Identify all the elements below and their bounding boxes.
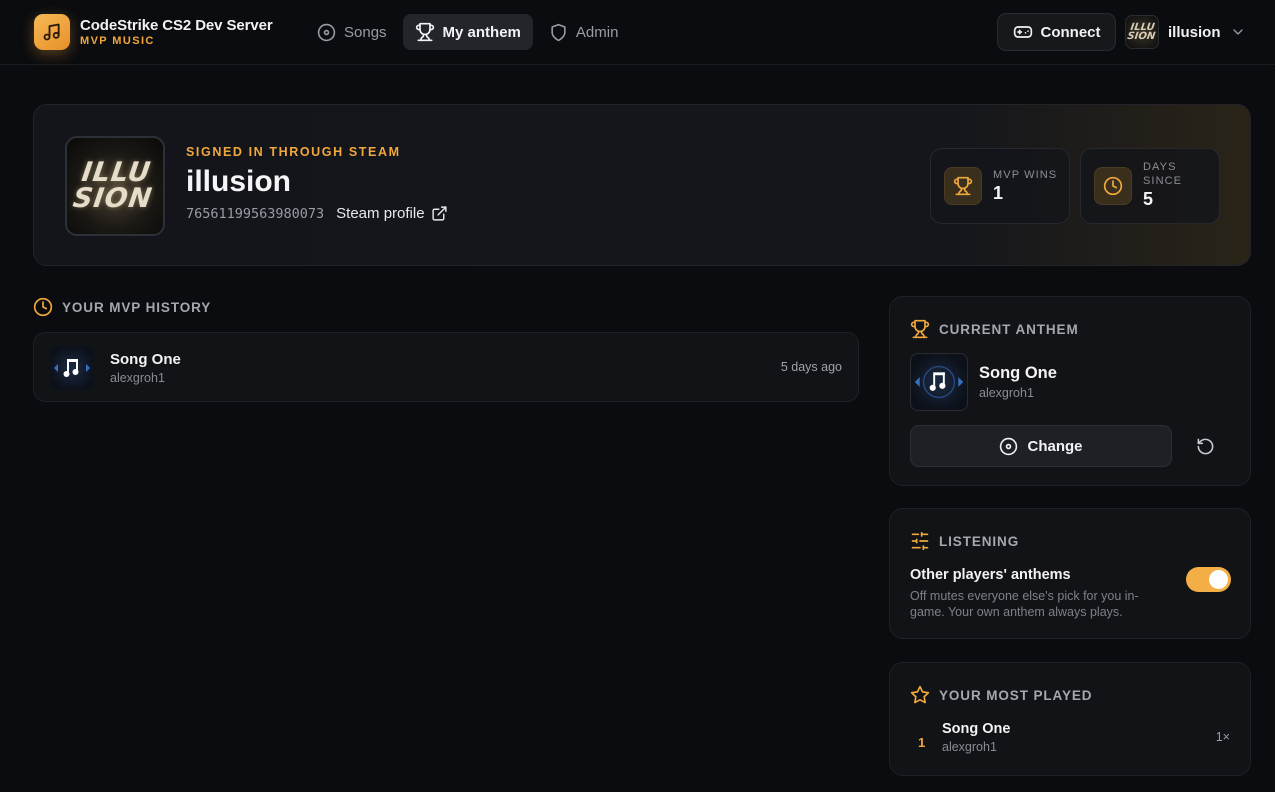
stat-label: DAYS SINCE — [1143, 161, 1183, 187]
play-count: 1× — [1215, 730, 1230, 744]
nav-item-label: Songs — [344, 23, 387, 41]
steam-profile-link[interactable]: Steam profile — [336, 205, 447, 222]
clock-icon — [1094, 167, 1132, 205]
signed-in-label: SIGNED IN THROUGH STEAM — [186, 145, 401, 159]
change-anthem-button[interactable]: Change — [910, 425, 1172, 467]
listening-header: LISTENING — [910, 531, 1019, 551]
stat-value: 5 — [1143, 189, 1154, 209]
nav-item-songs[interactable]: Songs — [305, 14, 399, 50]
current-anthem-title: CURRENT ANTHEM — [939, 321, 1079, 337]
connect-label: Connect — [1040, 23, 1101, 41]
nav-item-my-anthem[interactable]: My anthem — [402, 14, 533, 50]
history-header: YOUR MVP HISTORY — [33, 297, 211, 317]
main-nav: Songs My anthem Admin — [305, 14, 630, 50]
current-anthem-card: CURRENT ANTHEM Song One alexgroh1 Change — [889, 296, 1251, 486]
listening-title: LISTENING — [939, 533, 1020, 549]
profile-avatar: ILLU SION — [65, 136, 165, 236]
brand-subtitle: MVP MUSIC — [80, 34, 155, 47]
rank-number: 1 — [918, 735, 926, 750]
profile-card: ILLU SION SIGNED IN THROUGH STEAM illusio… — [33, 104, 1251, 266]
current-anthem-header: CURRENT ANTHEM — [910, 319, 1079, 339]
connect-button[interactable]: Connect — [997, 13, 1116, 51]
avatar-logo-text: ILLU SION — [71, 157, 155, 214]
music-note-icon — [34, 14, 70, 50]
star-icon — [910, 685, 930, 705]
song-title: Song One — [942, 721, 1011, 737]
history-title: YOUR MVP HISTORY — [62, 299, 212, 315]
trophy-icon — [910, 319, 930, 339]
most-played-header: YOUR MOST PLAYED — [910, 685, 1092, 705]
nav-item-label: My anthem — [442, 23, 521, 41]
user-name: illusion — [1168, 23, 1221, 41]
song-thumbnail — [910, 353, 968, 411]
stat-label: MVP WINS — [993, 169, 1058, 181]
sliders-icon — [910, 531, 930, 551]
setting-description: Off mutes everyone else's pick for you i… — [910, 589, 1139, 619]
steam-id: 76561199563980073 — [186, 205, 325, 222]
top-bar: CodeStrike CS2 Dev Server MVP MUSIC Song… — [0, 0, 1275, 65]
disc-icon — [999, 437, 1018, 456]
stat-value: 1 — [993, 183, 1004, 203]
clock-icon — [33, 297, 53, 317]
reset-anthem-button[interactable] — [1190, 431, 1220, 461]
song-artist: alexgroh1 — [942, 740, 997, 754]
steam-profile-label: Steam profile — [336, 205, 425, 222]
trophy-icon — [944, 167, 982, 205]
nav-item-admin[interactable]: Admin — [537, 14, 631, 50]
setting-title: Other players' anthems — [910, 567, 1071, 583]
avatar: ILLU SION — [1125, 15, 1159, 49]
song-artist: alexgroh1 — [110, 371, 165, 385]
stat-days-since: DAYS SINCE 5 — [1080, 148, 1220, 224]
music-thumb-icon — [914, 365, 964, 399]
other-anthems-toggle[interactable] — [1186, 567, 1231, 592]
brand[interactable]: CodeStrike CS2 Dev Server MVP MUSIC — [34, 14, 273, 50]
change-label: Change — [1027, 437, 1083, 455]
timestamp: 5 days ago — [780, 360, 842, 374]
disc-icon — [317, 23, 336, 42]
song-thumbnail — [50, 346, 94, 390]
nav-item-label: Admin — [575, 23, 619, 41]
chevron-down-icon — [1230, 24, 1246, 40]
toggle-knob — [1209, 570, 1228, 589]
shield-icon — [549, 23, 568, 42]
song-title: Song One — [110, 351, 181, 368]
list-item[interactable]: Song One alexgroh1 5 days ago — [33, 332, 859, 402]
user-menu[interactable]: ILLU SION illusion — [1125, 14, 1246, 50]
external-link-icon — [431, 205, 448, 222]
trophy-icon — [415, 22, 435, 42]
profile-name: illusion — [186, 165, 291, 198]
brand-title: CodeStrike CS2 Dev Server — [80, 16, 273, 34]
most-played-card: YOUR MOST PLAYED 1 Song One alexgroh1 1× — [889, 662, 1251, 776]
music-thumb-icon — [54, 359, 90, 377]
listening-card: LISTENING Other players' anthems Off mut… — [889, 508, 1251, 639]
gamepad-icon — [1013, 22, 1033, 42]
song-artist: alexgroh1 — [979, 386, 1034, 400]
stat-mvp-wins: MVP WINS 1 — [930, 148, 1070, 224]
most-played-title: YOUR MOST PLAYED — [939, 687, 1093, 703]
rotate-ccw-icon — [1196, 437, 1215, 456]
song-title: Song One — [979, 364, 1057, 382]
